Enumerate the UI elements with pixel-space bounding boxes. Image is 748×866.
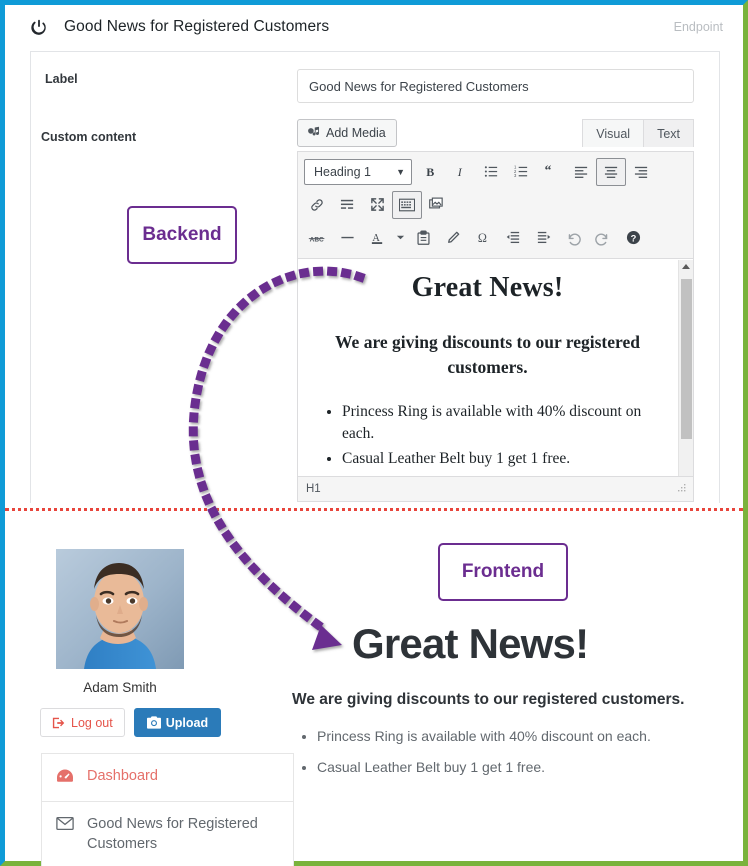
- numbered-list-icon[interactable]: 1 2 3: [506, 158, 536, 186]
- editor-subheading: We are giving discounts to our registere…: [335, 332, 640, 378]
- list-item: Princess Ring is available with 40% disc…: [317, 727, 734, 745]
- special-character-icon[interactable]: Ω: [468, 224, 498, 252]
- redo-icon[interactable]: [588, 224, 618, 252]
- svg-text:Ω: Ω: [477, 231, 486, 245]
- envelope-icon: [56, 816, 74, 835]
- scroll-up-arrow-icon[interactable]: [679, 260, 693, 274]
- tab-text[interactable]: Text: [643, 119, 694, 147]
- toolbar-toggle-icon[interactable]: [392, 190, 422, 219]
- page-title: Good News for Registered Customers: [64, 17, 330, 35]
- logout-button[interactable]: Log out: [40, 708, 125, 737]
- horizontal-rule-icon[interactable]: [332, 224, 362, 252]
- svg-text:I: I: [457, 165, 463, 179]
- svg-text:3: 3: [514, 173, 517, 178]
- label-field-caption: Label: [45, 72, 78, 86]
- svg-text:A: A: [372, 232, 380, 243]
- indent-icon[interactable]: [528, 224, 558, 252]
- menu-item-dashboard[interactable]: Dashboard: [42, 754, 293, 802]
- list-item: Casual Leather Belt buy 1 get 1 free.: [342, 448, 663, 470]
- upload-label: Upload: [165, 715, 209, 730]
- text-color-icon[interactable]: A: [362, 224, 392, 252]
- editor-content-area[interactable]: Great News! We are giving discounts to o…: [297, 259, 694, 477]
- editor-status-bar: H1: [297, 477, 694, 502]
- section-divider: [5, 508, 743, 511]
- format-select[interactable]: Heading 1 ▼: [304, 158, 412, 185]
- blockquote-icon[interactable]: “: [536, 158, 566, 186]
- editor-toolbar: Heading 1 ▼ B I 1 2 3 “ ABC A Ω ?: [297, 151, 694, 259]
- align-right-icon[interactable]: [626, 158, 656, 186]
- add-media-button[interactable]: Add Media: [297, 119, 397, 147]
- frontend-subheading: We are giving discounts to our registere…: [292, 691, 685, 708]
- toolbar-row-2: [302, 188, 689, 221]
- toolbar-row-1: Heading 1 ▼ B I 1 2 3 “: [302, 155, 689, 188]
- wysiwyg-editor: Add Media Visual Text Heading 1 ▼ B I 1 …: [297, 119, 694, 503]
- editor-scrollbar[interactable]: [678, 260, 693, 476]
- menu-item-good-news[interactable]: Good News for Registered Customers: [42, 802, 293, 866]
- italic-icon[interactable]: I: [446, 158, 476, 186]
- editor-topbar: Add Media Visual Text: [297, 119, 694, 151]
- avatar: [56, 549, 184, 669]
- align-center-icon[interactable]: [596, 157, 626, 186]
- screenshot-root: Good News for Registered Customers Endpo…: [0, 0, 748, 866]
- profile-action-buttons: Log out Upload: [40, 708, 222, 737]
- bold-icon[interactable]: B: [416, 158, 446, 186]
- editor-bullet-list: Princess Ring is available with 40% disc…: [312, 401, 663, 470]
- help-icon[interactable]: ?: [618, 224, 648, 252]
- editor-heading: Great News!: [411, 272, 564, 303]
- svg-text:“: “: [545, 164, 552, 177]
- paste-as-text-icon[interactable]: [408, 224, 438, 252]
- frontend-callout: Frontend: [438, 543, 568, 601]
- frontend-bullet-list: Princess Ring is available with 40% disc…: [284, 727, 734, 776]
- align-left-icon[interactable]: [566, 158, 596, 186]
- power-icon: [31, 19, 46, 35]
- frontend-section: Adam Smith Log out Upload Dashboard Good…: [5, 513, 743, 866]
- custom-content-caption: Custom content: [41, 130, 137, 144]
- link-icon[interactable]: [302, 191, 332, 219]
- frontend-heading: Great News!: [352, 620, 589, 667]
- logout-icon: [52, 717, 65, 728]
- camera-icon: [146, 716, 161, 729]
- label-input[interactable]: [297, 69, 694, 103]
- resize-grip-icon[interactable]: [677, 483, 687, 496]
- chevron-down-icon: ▼: [396, 166, 405, 177]
- menu-item-label: Dashboard: [87, 768, 158, 784]
- text-color-caret-icon[interactable]: [392, 224, 408, 252]
- toolbar-row-3: ABC A Ω ?: [302, 221, 689, 254]
- read-more-icon[interactable]: [332, 191, 362, 219]
- svg-text:ABC: ABC: [310, 236, 324, 243]
- list-item: Casual Leather Belt buy 1 get 1 free.: [317, 758, 734, 776]
- upload-button[interactable]: Upload: [133, 708, 222, 737]
- outdent-icon[interactable]: [498, 224, 528, 252]
- fullscreen-icon[interactable]: [362, 191, 392, 219]
- format-select-value: Heading 1: [314, 164, 371, 179]
- list-item: Princess Ring is available with 40% disc…: [342, 401, 663, 446]
- tab-visual[interactable]: Visual: [582, 119, 644, 147]
- scrollbar-thumb[interactable]: [681, 279, 692, 439]
- clear-formatting-icon[interactable]: [438, 224, 468, 252]
- dashboard-gauge-icon: [56, 768, 74, 788]
- frontend-nav-menu: Dashboard Good News for Registered Custo…: [41, 753, 294, 866]
- gallery-icon[interactable]: [422, 191, 452, 219]
- svg-text:B: B: [426, 165, 434, 179]
- endpoint-label: Endpoint: [673, 19, 723, 34]
- backend-callout: Backend: [127, 206, 237, 264]
- add-media-label: Add Media: [326, 126, 386, 140]
- logout-label: Log out: [71, 715, 113, 730]
- undo-icon[interactable]: [558, 224, 588, 252]
- menu-item-label: Good News for Registered Customers: [87, 816, 258, 852]
- backend-header: Good News for Registered Customers Endpo…: [5, 5, 743, 48]
- editor-mode-tabs: Visual Text: [582, 119, 694, 147]
- strikethrough-icon[interactable]: ABC: [302, 224, 332, 252]
- frontend-content: Great News! We are giving discounts to o…: [284, 623, 734, 789]
- bulleted-list-icon[interactable]: [476, 158, 506, 186]
- editor-element-path: H1: [306, 483, 321, 495]
- svg-text:?: ?: [630, 233, 636, 243]
- user-name: Adam Smith: [83, 680, 157, 695]
- add-media-icon: [308, 126, 320, 136]
- backend-section: Good News for Registered Customers Endpo…: [5, 5, 743, 505]
